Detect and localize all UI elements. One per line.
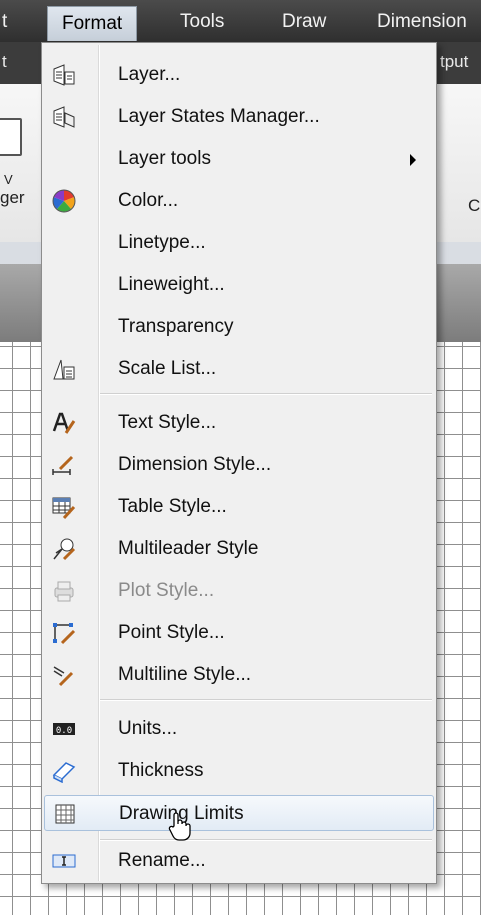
menu-item-layer-tools[interactable]: Layer tools — [44, 141, 434, 177]
menu-item-lineweight[interactable]: Lineweight... — [44, 267, 434, 303]
rename-icon — [52, 849, 76, 873]
menu-separator — [100, 393, 432, 395]
menu-item-label: Color... — [118, 190, 179, 211]
menu-item-color[interactable]: Color... — [44, 183, 434, 219]
ribbon-label-manager-fragment: ger — [0, 188, 25, 207]
menu-item-rename[interactable]: Rename... — [44, 843, 434, 879]
menu-item-transparency[interactable]: Transparency — [44, 309, 434, 345]
ribbon-tab-output-partial[interactable]: tput — [440, 52, 468, 72]
layer-properties-icon — [52, 63, 76, 87]
plot-style-icon — [52, 579, 76, 603]
menu-item-label: Linetype... — [118, 232, 206, 253]
units-icon: 0.0 — [52, 717, 76, 741]
ribbon-label-fragment: V — [4, 172, 13, 187]
menu-item-label: Layer... — [118, 64, 181, 85]
menu-item-layer[interactable]: Layer... — [44, 57, 434, 93]
scale-list-icon — [52, 357, 76, 381]
drawing-limits-icon — [53, 802, 77, 826]
menu-item-text-style[interactable]: Text Style... — [44, 405, 434, 441]
menu-item-label: Point Style... — [118, 622, 225, 643]
menu-item-label: Rename... — [118, 850, 206, 871]
menu-item-dimension[interactable]: Dimension — [377, 11, 467, 33]
ribbon-tab-partial-left[interactable]: t — [2, 52, 7, 72]
svg-text:0.0: 0.0 — [56, 726, 72, 736]
menu-item-multileader-style[interactable]: Multileader Style — [44, 531, 434, 567]
multiline-style-icon — [52, 663, 76, 687]
menu-item-layer-states-manager[interactable]: Layer States Manager... — [44, 99, 434, 135]
dimension-style-icon — [52, 453, 76, 477]
menu-item-label: Scale List... — [118, 358, 217, 379]
menu-item-drawing-limits[interactable]: Drawing Limits — [44, 795, 434, 831]
ribbon-label-right-fragment: C — [468, 196, 481, 215]
text-style-icon — [52, 411, 76, 435]
multileader-style-icon — [52, 537, 76, 561]
menu-item-tools[interactable]: Tools — [180, 11, 224, 33]
menu-item-format[interactable]: Format — [47, 6, 138, 41]
menu-item-label: Transparency — [118, 316, 234, 337]
menu-item-label: Units... — [118, 718, 178, 739]
menu-item-label: Text Style... — [118, 412, 217, 433]
table-style-icon — [52, 495, 76, 519]
menu-item-linetype[interactable]: Linetype... — [44, 225, 434, 261]
hand-pointer-cursor-icon — [168, 812, 192, 847]
menu-item-label: Layer States Manager... — [118, 106, 320, 127]
menu-item-label: Plot Style... — [118, 580, 215, 601]
menu-separator — [100, 839, 432, 841]
menu-item-draw[interactable]: Draw — [282, 11, 326, 33]
menu-item-label: Lineweight... — [118, 274, 225, 295]
menu-item-table-style[interactable]: Table Style... — [44, 489, 434, 525]
menu-item-multiline-style[interactable]: Multiline Style... — [44, 657, 434, 693]
menu-item-label: Table Style... — [118, 496, 227, 517]
menu-item-thickness[interactable]: Thickness — [44, 753, 434, 789]
menu-item-label: Multiline Style... — [118, 664, 252, 685]
menu-item-units[interactable]: 0.0 Units... — [44, 711, 434, 747]
menu-item-point-style[interactable]: Point Style... — [44, 615, 434, 651]
point-style-icon — [52, 621, 76, 645]
menu-item-label: Thickness — [118, 760, 204, 781]
layer-manager-icon[interactable] — [0, 118, 22, 156]
layer-states-icon — [52, 105, 76, 129]
menu-item-label: Layer tools — [118, 148, 211, 169]
menu-item-plot-style: Plot Style... — [44, 573, 434, 609]
color-wheel-icon — [52, 189, 76, 213]
menu-item-dimension-style[interactable]: Dimension Style... — [44, 447, 434, 483]
menu-bar: t Format Tools Draw Dimension — [0, 0, 481, 42]
menu-item-scale-list[interactable]: Scale List... — [44, 351, 434, 387]
menu-item-label: Multileader Style — [118, 538, 259, 559]
submenu-arrow-icon — [410, 154, 416, 166]
format-menu: Layer... Layer States Manager... Layer t… — [41, 42, 437, 884]
menu-item-partial-left[interactable]: t — [2, 11, 7, 33]
thickness-icon — [52, 759, 76, 783]
menu-separator — [100, 699, 432, 701]
menu-item-label: Dimension Style... — [118, 454, 272, 475]
